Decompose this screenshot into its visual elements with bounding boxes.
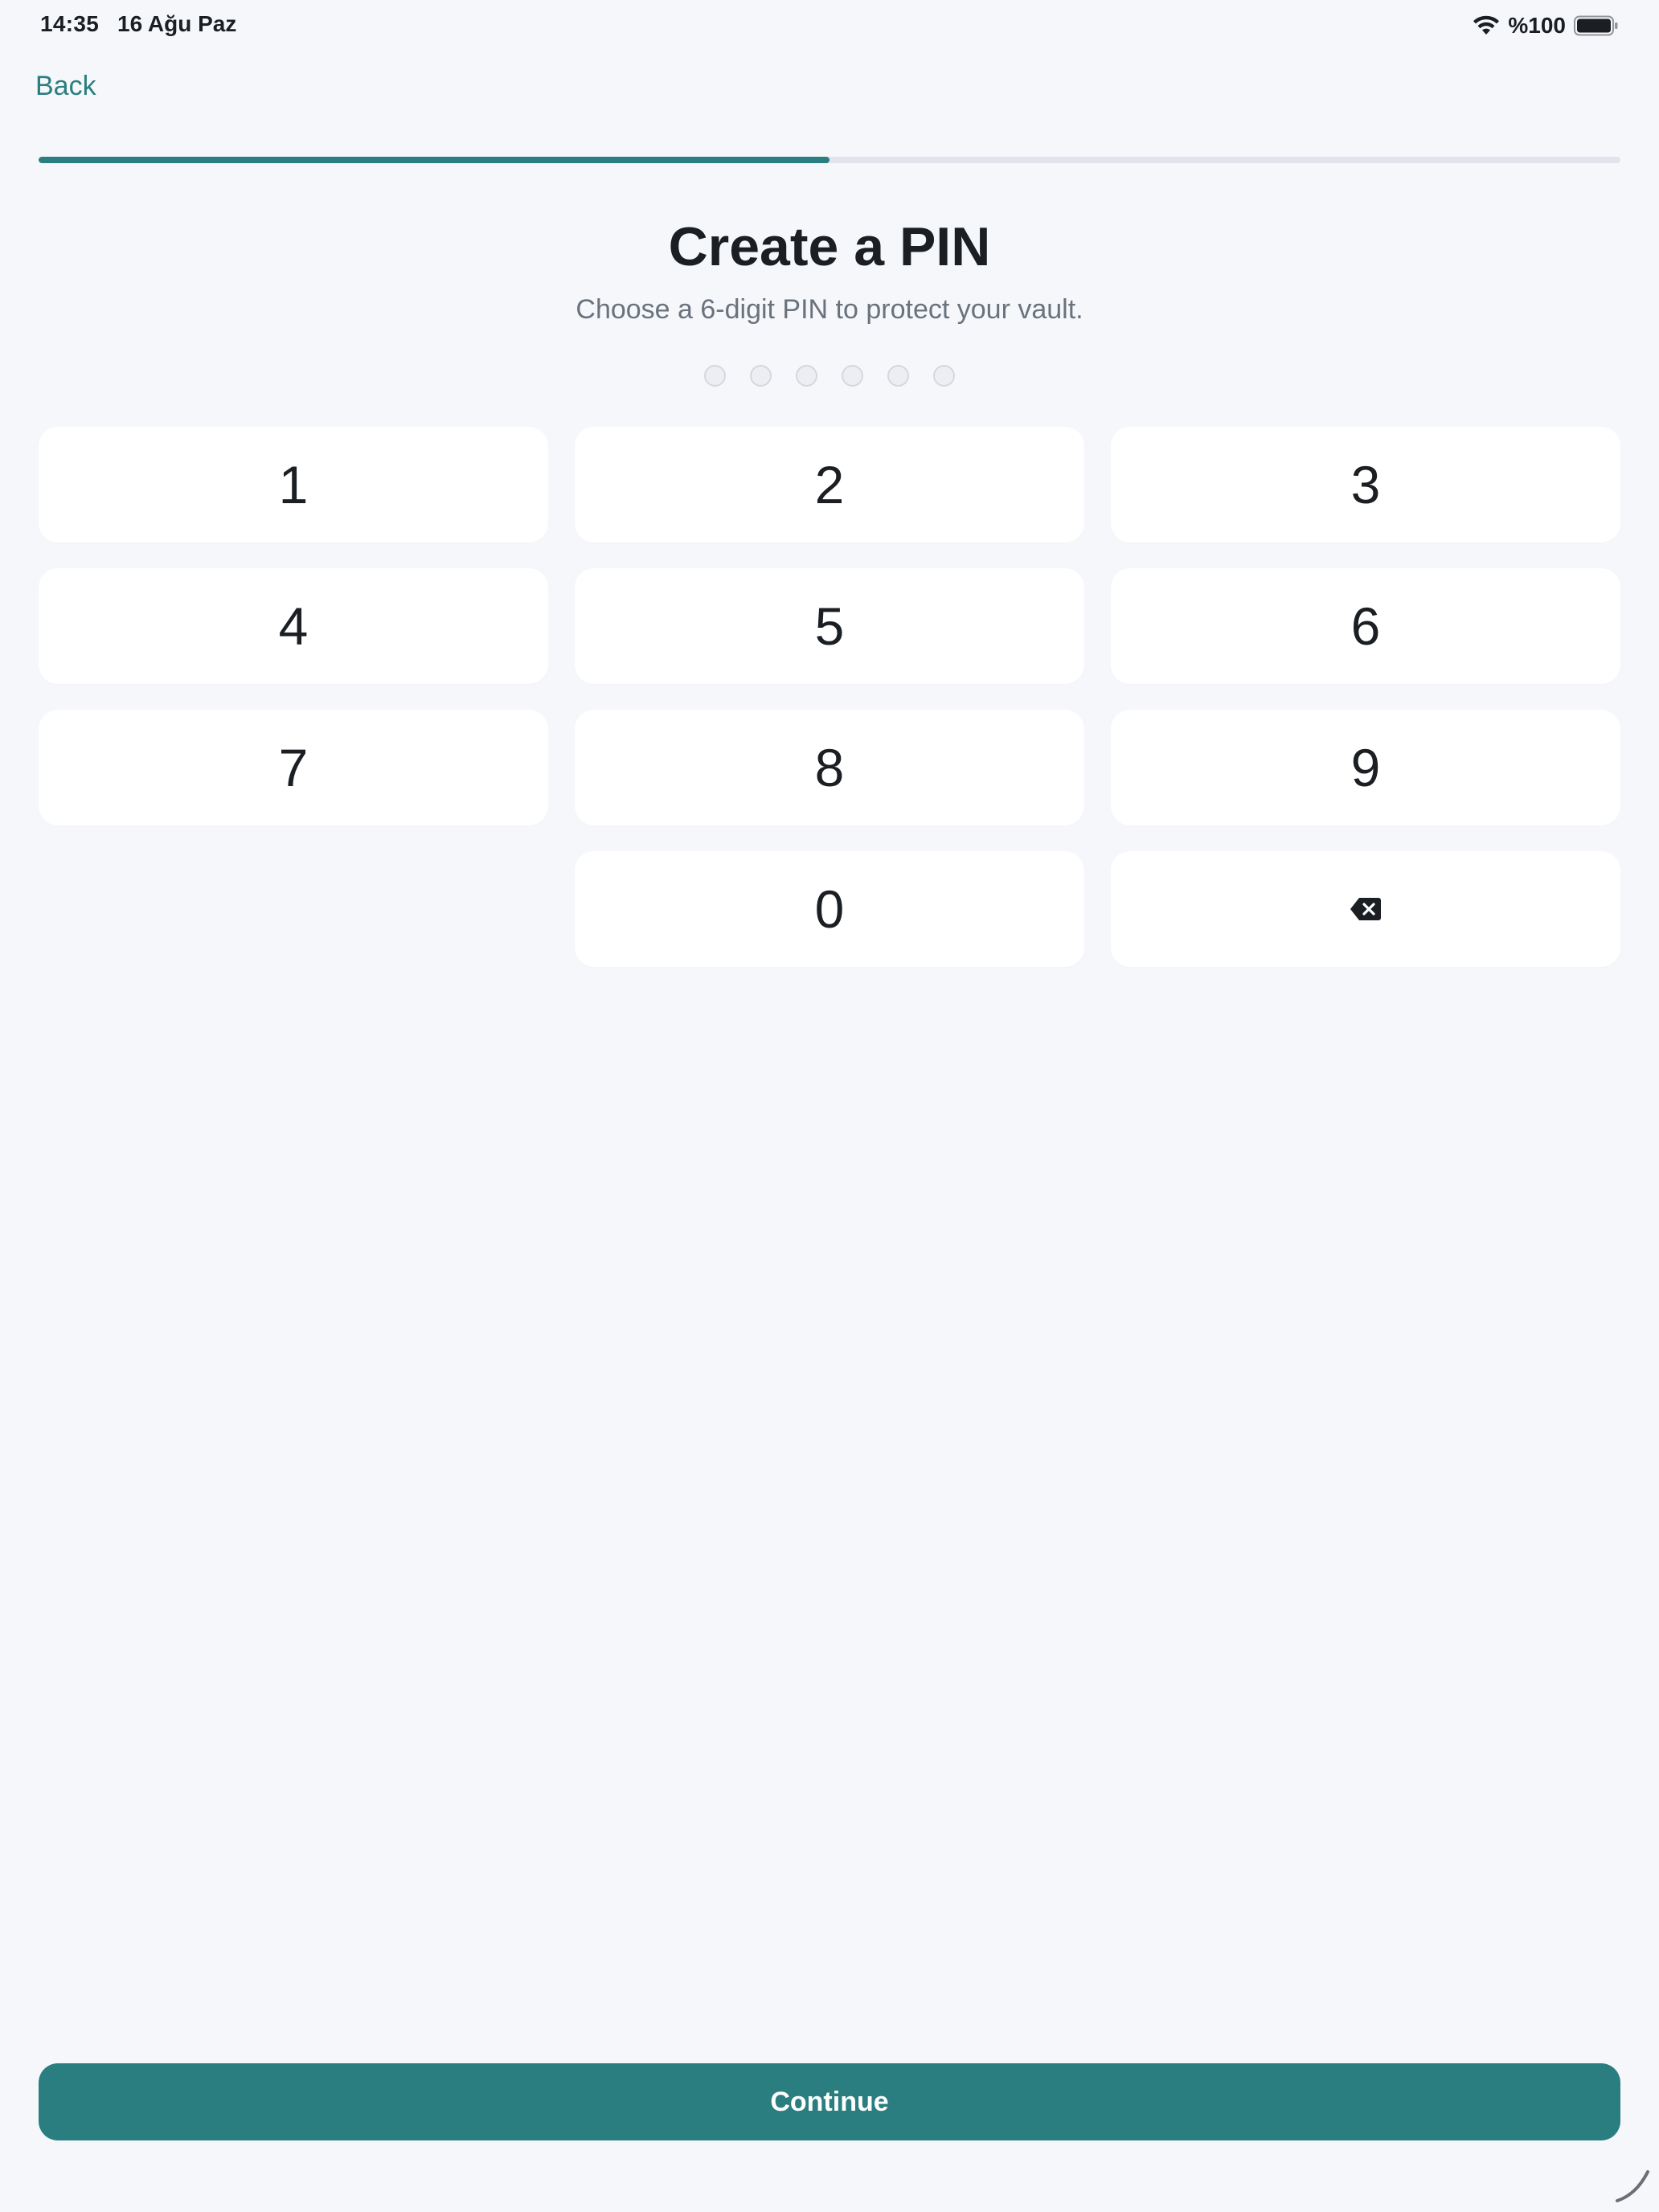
key-8[interactable]: 8: [575, 710, 1084, 825]
pin-dot: [887, 365, 909, 387]
back-button[interactable]: Back: [35, 71, 96, 102]
pin-dot: [842, 365, 863, 387]
key-0[interactable]: 0: [575, 851, 1084, 967]
progress-bar-fill: [39, 157, 830, 163]
pin-dot: [933, 365, 955, 387]
key-6[interactable]: 6: [1111, 568, 1620, 684]
key-9[interactable]: 9: [1111, 710, 1620, 825]
pin-indicator: [0, 365, 1659, 387]
pin-dot: [704, 365, 726, 387]
continue-button[interactable]: Continue: [39, 2063, 1620, 2140]
pin-dot: [796, 365, 817, 387]
key-placeholder: [39, 851, 548, 967]
pin-keypad: 1 2 3 4 5 6 7 8 9 0: [39, 427, 1620, 967]
status-date: 16 Ağu Paz: [117, 11, 237, 36]
page-title: Create a PIN: [668, 216, 991, 277]
key-1[interactable]: 1: [39, 427, 548, 543]
backspace-button[interactable]: [1111, 851, 1620, 967]
page-subtitle: Choose a 6-digit PIN to protect your vau…: [576, 294, 1083, 325]
corner-indicator-icon: [1616, 2170, 1649, 2202]
key-4[interactable]: 4: [39, 568, 548, 684]
key-7[interactable]: 7: [39, 710, 548, 825]
pin-dot: [750, 365, 772, 387]
battery-full-icon: [1574, 15, 1618, 36]
wifi-icon: [1473, 15, 1500, 35]
status-indicators: %100: [1473, 10, 1619, 42]
status-time: 14:35: [40, 11, 100, 36]
battery-percent: %100: [1508, 13, 1566, 38]
status-bar: 14:35 16 Ağu Paz %100: [0, 0, 1659, 51]
key-3[interactable]: 3: [1111, 427, 1620, 543]
key-5[interactable]: 5: [575, 568, 1084, 684]
progress-bar: [39, 157, 1620, 163]
key-2[interactable]: 2: [575, 427, 1084, 543]
backspace-icon: [1350, 898, 1381, 920]
